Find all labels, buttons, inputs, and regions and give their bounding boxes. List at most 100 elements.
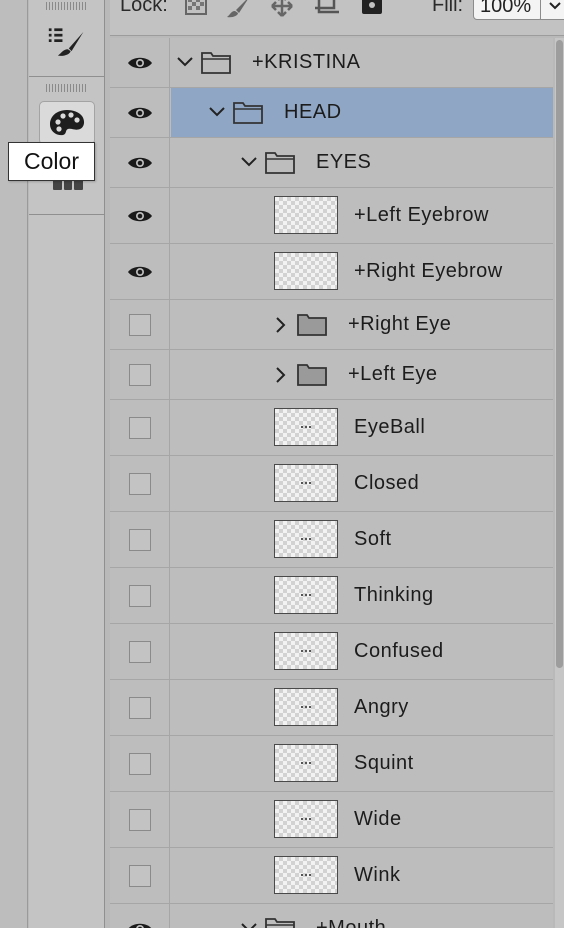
visibility-toggle[interactable]	[110, 244, 170, 299]
layer-name: EyeBall	[354, 416, 426, 438]
visibility-toggle[interactable]	[110, 848, 170, 903]
chevron-right-icon[interactable]	[274, 366, 286, 384]
layer-row-body[interactable]: EYES	[171, 138, 553, 187]
layer-row[interactable]: Soft	[110, 512, 553, 568]
visibility-checkbox[interactable]	[128, 640, 151, 663]
visibility-toggle[interactable]	[110, 400, 170, 455]
layer-name: HEAD	[284, 101, 342, 123]
layer-row-body[interactable]: Wink	[171, 848, 553, 903]
visibility-checkbox[interactable]	[128, 808, 151, 831]
layer-row-body[interactable]: Closed	[171, 456, 553, 511]
fill-dropdown-button[interactable]	[540, 0, 564, 20]
layer-row-body[interactable]: HEAD	[171, 88, 553, 137]
layer-thumbnail	[274, 576, 338, 614]
eye-icon	[127, 923, 152, 928]
lock-artboard-icon[interactable]	[314, 0, 340, 20]
layer-row[interactable]: Thinking	[110, 568, 553, 624]
layer-row-body[interactable]: +Right Eyebrow	[171, 244, 553, 299]
visibility-checkbox[interactable]	[128, 584, 151, 607]
layer-thumbnail	[274, 856, 338, 894]
layer-name: Squint	[354, 752, 414, 774]
visibility-checkbox[interactable]	[128, 528, 151, 551]
visibility-toggle[interactable]	[110, 188, 170, 243]
layer-row[interactable]: HEAD	[110, 88, 553, 138]
visibility-toggle[interactable]	[110, 456, 170, 511]
layer-name: +Right Eyebrow	[354, 260, 503, 282]
chevron-right-icon[interactable]	[274, 316, 286, 334]
brush-presets-button[interactable]	[47, 22, 87, 62]
layer-row[interactable]: Wink	[110, 848, 553, 904]
scrollbar-thumb[interactable]	[556, 40, 563, 668]
visibility-toggle[interactable]	[110, 350, 170, 399]
visibility-toggle[interactable]	[110, 88, 170, 137]
layer-row[interactable]: +Left Eye	[110, 350, 553, 400]
visibility-toggle[interactable]	[110, 568, 170, 623]
layer-row[interactable]: EyeBall	[110, 400, 553, 456]
chevron-down-icon[interactable]	[240, 155, 258, 169]
visibility-checkbox[interactable]	[128, 363, 151, 386]
chevron-down-icon[interactable]	[208, 105, 226, 119]
visibility-toggle[interactable]	[110, 512, 170, 567]
layer-row-body[interactable]: Confused	[171, 624, 553, 679]
visibility-checkbox[interactable]	[128, 313, 151, 336]
layer-row-body[interactable]: Soft	[171, 512, 553, 567]
layer-row-body[interactable]: +Left Eye	[171, 350, 553, 399]
layer-row[interactable]: Angry	[110, 680, 553, 736]
color-panel-button[interactable]	[39, 101, 95, 145]
layer-thumbnail	[274, 464, 338, 502]
layer-thumbnail	[274, 744, 338, 782]
chevron-down-icon	[549, 2, 561, 10]
layers-list: +KRISTINA HEAD EYES +Left Eyebrow +Right…	[110, 38, 553, 928]
layer-row-body[interactable]: Thinking	[171, 568, 553, 623]
left-edge-strip	[0, 0, 28, 928]
drag-grip[interactable]	[46, 2, 86, 10]
layer-row[interactable]: Confused	[110, 624, 553, 680]
visibility-toggle[interactable]	[110, 38, 170, 87]
layer-row-body[interactable]: Wide	[171, 792, 553, 847]
layer-thumbnail	[274, 408, 338, 446]
drag-grip[interactable]	[46, 84, 86, 92]
visibility-checkbox[interactable]	[128, 752, 151, 775]
layer-row-body[interactable]: +Left Eyebrow	[171, 188, 553, 243]
layers-scrollbar[interactable]	[555, 38, 564, 928]
layer-row-body[interactable]: +Mouth	[171, 904, 553, 928]
lock-position-icon[interactable]	[269, 0, 295, 20]
layer-row-body[interactable]: +KRISTINA	[171, 38, 553, 87]
layer-row[interactable]: +KRISTINA	[110, 38, 553, 88]
fill-input[interactable]: 100%	[473, 0, 543, 20]
eye-icon	[127, 157, 152, 168]
layer-row[interactable]: EYES	[110, 138, 553, 188]
visibility-checkbox[interactable]	[128, 696, 151, 719]
visibility-toggle[interactable]	[110, 736, 170, 791]
layer-thumbnail	[274, 252, 338, 290]
lock-image-pixels-icon[interactable]	[226, 0, 252, 20]
layer-name: +Left Eyebrow	[354, 204, 489, 226]
layer-row[interactable]: Closed	[110, 456, 553, 512]
visibility-toggle[interactable]	[110, 138, 170, 187]
lock-all-icon[interactable]	[360, 0, 384, 20]
layer-row-body[interactable]: Squint	[171, 736, 553, 791]
layer-row[interactable]: Wide	[110, 792, 553, 848]
visibility-checkbox[interactable]	[128, 416, 151, 439]
chevron-down-icon[interactable]	[176, 55, 194, 69]
layer-row[interactable]: Squint	[110, 736, 553, 792]
visibility-toggle[interactable]	[110, 624, 170, 679]
lock-transparent-pixels-icon[interactable]	[185, 0, 207, 18]
layer-name: +Mouth	[316, 917, 387, 928]
layer-row[interactable]: +Right Eye	[110, 300, 553, 350]
layer-row[interactable]: +Left Eyebrow	[110, 188, 553, 244]
visibility-toggle[interactable]	[110, 904, 170, 928]
layer-row-body[interactable]: EyeBall	[171, 400, 553, 455]
layer-row[interactable]: +Right Eyebrow	[110, 244, 553, 300]
layer-row-body[interactable]: Angry	[171, 680, 553, 735]
visibility-toggle[interactable]	[110, 300, 170, 349]
visibility-toggle[interactable]	[110, 680, 170, 735]
folder-icon	[297, 314, 327, 336]
chevron-down-icon[interactable]	[240, 921, 258, 928]
layer-row[interactable]: +Mouth	[110, 904, 553, 928]
visibility-checkbox[interactable]	[128, 472, 151, 495]
color-tooltip: Color	[8, 142, 95, 181]
visibility-toggle[interactable]	[110, 792, 170, 847]
visibility-checkbox[interactable]	[128, 864, 151, 887]
layer-row-body[interactable]: +Right Eye	[171, 300, 553, 349]
